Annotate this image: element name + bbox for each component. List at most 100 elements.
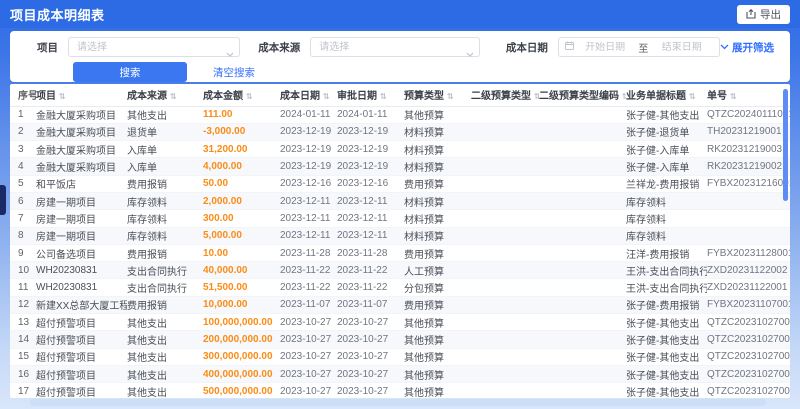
- start-date-input[interactable]: [573, 41, 637, 53]
- column-header-cost_source[interactable]: 成本来源 ⇅: [127, 84, 203, 107]
- column-label: 序号: [18, 91, 36, 103]
- sort-icon[interactable]: ⇅: [59, 92, 66, 101]
- table-cell-sub_budget_type: [471, 296, 539, 315]
- project-select-input[interactable]: [68, 37, 241, 58]
- table-cell-cost_amount: 100,000,000.00: [203, 313, 280, 332]
- table-cell-sub_budget_type_code: [539, 330, 626, 349]
- column-header-doc_no[interactable]: 单号 ⇅: [707, 84, 790, 107]
- project-select[interactable]: [68, 37, 241, 58]
- cost-detail-table: 序号 项目 ⇅ 成本来源 ⇅ 成本金额 ⇅ 成本日期 ⇅ 审批日期 ⇅ 预算类型 ⇅ 二级预算类型 ⇅ 二级预…: [10, 84, 790, 398]
- table-cell-cost_source: 费用报销: [127, 296, 203, 315]
- table-cell-cost_source: 费用报销: [127, 175, 203, 193]
- table-cell-doc_title: 张子健-费用报销: [626, 296, 707, 315]
- table-cell-budget_type: 材料预算: [404, 123, 471, 142]
- export-button[interactable]: 导出: [737, 4, 790, 24]
- table-cell-cost_date: 2023-10-27: [280, 382, 337, 398]
- left-edge-accent: [0, 185, 6, 215]
- table-cell-index: 6: [10, 192, 36, 211]
- table-cell-cost_amount: 31,200.00: [203, 140, 280, 159]
- table-cell-doc_title: 张子健-其他支出: [626, 330, 707, 349]
- table-cell-sub_budget_type_code: [539, 123, 626, 142]
- table-row: 1 金融大厦采购项目 其他支出 111.00 2024-01-11 2024-01-11 其…: [10, 106, 790, 124]
- cost-source-select-input[interactable]: [310, 37, 480, 58]
- table-cell-approval_date: 2023-10-27: [337, 365, 404, 384]
- clear-search-link[interactable]: 清空搜索: [213, 65, 255, 80]
- table-cell-sub_budget_type: [471, 330, 539, 349]
- table-cell-cost_amount: 400,000,000.00: [203, 365, 280, 384]
- table-cell-cost_date: 2023-12-16: [280, 175, 337, 193]
- table-cell-sub_budget_type_code: [539, 244, 626, 263]
- sort-icon[interactable]: ⇅: [246, 92, 253, 101]
- table-cell-cost_date: 2023-11-07: [280, 296, 337, 315]
- table-cell-doc_title: 张子健-其他支出: [626, 348, 707, 366]
- table-cell-project: 超付预警项目: [36, 382, 127, 398]
- sort-icon[interactable]: ⇅: [730, 92, 737, 101]
- horizontal-scrollbar[interactable]: [30, 399, 766, 406]
- table-cell-cost_source: 库存领料: [127, 209, 203, 228]
- data-table: 序号 项目 ⇅ 成本来源 ⇅ 成本金额 ⇅ 成本日期 ⇅ 审批日期 ⇅ 预算类型 ⇅ 二级预算类型 ⇅ 二级预…: [10, 84, 790, 398]
- table-cell-project: 金融大厦采购项目: [36, 106, 127, 124]
- table-cell-index: 13: [10, 313, 36, 332]
- table-cell-sub_budget_type_code: [539, 175, 626, 193]
- cost-source-select[interactable]: [310, 37, 480, 58]
- table-cell-sub_budget_type: [471, 209, 539, 228]
- sort-icon[interactable]: ⇅: [323, 92, 330, 101]
- table-cell-doc_title: 汪洋-费用报销: [626, 244, 707, 263]
- table-cell-project: 公司备选项目: [36, 244, 127, 263]
- table-cell-doc_title: 张子健-退货单: [626, 123, 707, 142]
- table-row: 7 房建一期项目 库存领料 300.00 2023-12-11 2023-12-11 材料预…: [10, 209, 790, 228]
- table-cell-budget_type: 费用预算: [404, 244, 471, 263]
- column-header-cost_date[interactable]: 成本日期 ⇅: [280, 84, 337, 107]
- table-cell-budget_type: 分包预算: [404, 278, 471, 297]
- date-to-label: 至: [638, 43, 649, 55]
- table-cell-doc_title: 库存领料: [626, 209, 707, 228]
- column-header-cost_amount[interactable]: 成本金额 ⇅: [203, 84, 280, 107]
- table-cell-sub_budget_type_code: [539, 313, 626, 332]
- table-cell-project: 超付预警项目: [36, 330, 127, 349]
- table-cell-doc_no: FYBX20231128001: [707, 244, 790, 263]
- column-label: 成本金额: [203, 91, 243, 103]
- table-cell-cost_amount: 51,500.00: [203, 278, 280, 297]
- table-cell-cost_amount: 40,000.00: [203, 261, 280, 280]
- table-cell-project: 超付预警项目: [36, 365, 127, 384]
- top-bar: 项目成本明细表 导出: [0, 0, 800, 28]
- table-cell-sub_budget_type: [471, 313, 539, 332]
- sort-icon[interactable]: ⇅: [447, 92, 454, 101]
- end-date-input[interactable]: [650, 41, 713, 53]
- table-cell-cost_date: 2024-01-11: [280, 106, 337, 124]
- column-header-sub_budget_type_code[interactable]: 二级预算类型编码 ⇅: [539, 84, 626, 107]
- table-cell-doc_no: QTZC20231027002: [707, 365, 790, 384]
- page-title: 项目成本明细表: [10, 7, 105, 23]
- table-row: 15 超付预警项目 其他支出 300,000,000.00 2023-10-27 2023…: [10, 348, 790, 366]
- column-label: 预算类型: [404, 91, 444, 103]
- table-cell-doc_no: ZXD20231122001: [707, 278, 790, 297]
- table-cell-doc_title: 张子健-入库单: [626, 157, 707, 176]
- table-cell-sub_budget_type: [471, 244, 539, 263]
- table-cell-budget_type: 材料预算: [404, 209, 471, 228]
- table-cell-cost_amount: 111.00: [203, 106, 280, 124]
- table-cell-cost_source: 库存领料: [127, 227, 203, 245]
- cost-date-range[interactable]: 至: [557, 37, 720, 57]
- sort-icon[interactable]: ⇅: [689, 92, 696, 101]
- vertical-scrollbar-thumb[interactable]: [783, 89, 788, 201]
- table-cell-sub_budget_type: [471, 382, 539, 398]
- search-button[interactable]: 搜索: [73, 62, 187, 82]
- sort-icon[interactable]: ⇅: [380, 92, 387, 101]
- sort-icon[interactable]: ⇅: [170, 92, 177, 101]
- column-header-budget_type[interactable]: 预算类型 ⇅: [404, 84, 471, 107]
- table-cell-cost_source: 入库单: [127, 140, 203, 159]
- expand-filter-link[interactable]: 展开筛选: [720, 40, 774, 55]
- column-label: 成本来源: [127, 91, 167, 103]
- table-cell-cost_source: 支出合同执行: [127, 261, 203, 280]
- column-header-approval_date[interactable]: 审批日期 ⇅: [337, 84, 404, 107]
- table-cell-approval_date: 2023-12-11: [337, 209, 404, 228]
- table-cell-cost_amount: 5,000.00: [203, 227, 280, 245]
- table-cell-cost_date: 2023-10-27: [280, 365, 337, 384]
- column-header-doc_title[interactable]: 业务单据标题 ⇅: [626, 84, 707, 107]
- column-header-sub_budget_type[interactable]: 二级预算类型 ⇅: [471, 84, 539, 107]
- column-header-project[interactable]: 项目 ⇅: [36, 84, 127, 107]
- table-cell-project: 和平饭店: [36, 175, 127, 193]
- table-cell-index: 3: [10, 140, 36, 159]
- table-cell-cost_amount: 50.00: [203, 175, 280, 193]
- table-cell-cost_date: 2023-12-11: [280, 227, 337, 245]
